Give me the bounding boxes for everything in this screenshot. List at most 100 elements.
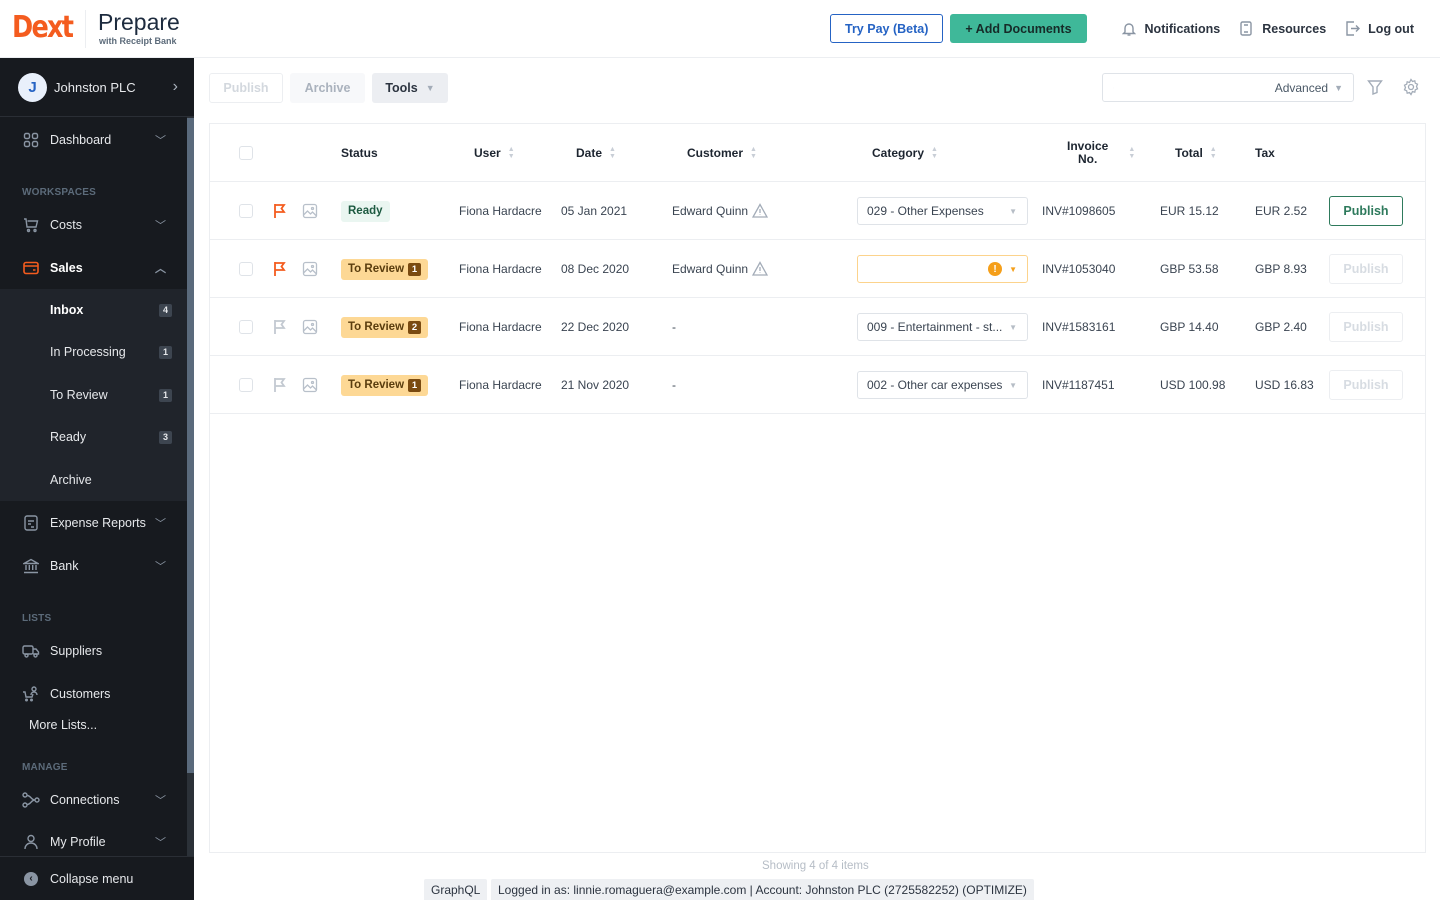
gear-icon[interactable] — [1402, 78, 1420, 96]
subitem-label: Archive — [50, 473, 92, 487]
sidebar-item-label: Connections — [50, 793, 120, 807]
sidebar-subitem-archive[interactable]: Archive — [0, 459, 187, 501]
status-count: 2 — [408, 320, 422, 334]
flag-filled-icon[interactable] — [272, 203, 288, 219]
column-header-category[interactable]: Category ▲ ▼ — [872, 124, 938, 182]
add-documents-button[interactable]: + Add Documents — [950, 14, 1087, 43]
publish-button[interactable]: Publish — [1329, 196, 1403, 226]
flag-icon[interactable] — [272, 319, 288, 335]
category-select[interactable]: ! ▼ — [857, 255, 1028, 283]
sidebar-item-expense-reports[interactable]: Expense Reports ﹀ — [0, 502, 187, 544]
logout-link[interactable]: Log out — [1344, 21, 1414, 37]
truck-icon — [22, 642, 40, 660]
sidebar-item-costs[interactable]: Costs ﹀ — [0, 204, 187, 246]
table-row[interactable]: To Review 1 Fiona Hardacre 08 Dec 2020 E… — [210, 240, 1425, 298]
collapse-menu-button[interactable]: ‹ Collapse menu — [0, 856, 194, 900]
row-checkbox[interactable] — [239, 262, 253, 276]
status-count: 1 — [408, 262, 422, 276]
notifications-link[interactable]: Notifications — [1121, 21, 1221, 37]
tools-label: Tools — [385, 81, 418, 95]
notifications-label: Notifications — [1144, 21, 1221, 36]
status-badge: Ready — [341, 200, 390, 222]
sort-icon: ▲ ▼ — [750, 146, 757, 160]
table-row[interactable]: Ready Fiona Hardacre 05 Jan 2021 Edward … — [210, 182, 1425, 240]
column-header-customer[interactable]: Customer ▲ ▼ — [687, 124, 757, 182]
advanced-search-toggle[interactable]: Advanced — [1275, 81, 1328, 95]
total-cell: EUR 15.12 — [1160, 204, 1219, 218]
sidebar-item-label: Expense Reports — [50, 516, 146, 530]
publish-button[interactable]: Publish — [1329, 370, 1403, 400]
resources-link[interactable]: Resources — [1238, 21, 1326, 37]
image-icon[interactable] — [302, 377, 318, 393]
customer-name: Edward Quinn — [672, 262, 749, 276]
bank-icon — [22, 557, 40, 575]
dext-logo[interactable]: Dext — [12, 10, 74, 45]
image-icon[interactable] — [302, 203, 318, 219]
sidebar-item-suppliers[interactable]: Suppliers — [0, 630, 187, 672]
pagination-summary: Showing 4 of 4 items — [762, 860, 869, 872]
column-header-invoice-no[interactable]: Invoice No. ▲ ▼ — [1067, 124, 1135, 182]
subitem-label: Ready — [50, 430, 87, 444]
sidebar-subitem-to-review[interactable]: To Review 1 — [0, 374, 187, 416]
column-header-total[interactable]: Total ▲ ▼ — [1175, 124, 1217, 182]
image-icon[interactable] — [302, 319, 318, 335]
row-checkbox[interactable] — [239, 320, 253, 334]
sidebar-item-connections[interactable]: Connections ﹀ — [0, 779, 187, 821]
category-select[interactable]: 009 - Entertainment - st... ▼ — [857, 313, 1028, 341]
invoice-cell: INV#1187451 — [1042, 378, 1115, 392]
bulk-archive-button[interactable]: Archive — [290, 73, 365, 103]
filter-icon[interactable] — [1367, 79, 1383, 95]
column-header-date[interactable]: Date ▲ ▼ — [576, 124, 616, 182]
subitem-label: To Review — [50, 388, 108, 402]
documents-table: Status User ▲ ▼ Date ▲ ▼ Customer ▲ ▼ Category… — [209, 123, 1426, 853]
chevron-down-icon: ﹀ — [155, 837, 166, 849]
sort-icon: ▲ ▼ — [507, 146, 515, 160]
table-row[interactable]: To Review 1 Fiona Hardacre 21 Nov 2020 -… — [210, 356, 1425, 414]
flag-icon[interactable] — [272, 377, 288, 393]
table-row[interactable]: To Review 2 Fiona Hardacre 22 Dec 2020 -… — [210, 298, 1425, 356]
count-badge: 1 — [159, 388, 172, 402]
customer-cart-icon — [22, 685, 40, 703]
publish-button[interactable]: Publish — [1329, 254, 1403, 284]
tax-cell: GBP 8.93 — [1255, 262, 1307, 276]
sidebar-scrollbar[interactable] — [187, 118, 194, 773]
sidebar-item-sales[interactable]: Sales ︿ — [0, 247, 187, 289]
status-cell: To Review 1 — [341, 356, 429, 414]
report-icon — [22, 514, 40, 532]
category-select[interactable]: 002 - Other car expenses ▼ — [857, 371, 1028, 399]
subitem-label: In Processing — [50, 345, 126, 359]
account-switcher[interactable]: J Johnston PLC › — [0, 58, 194, 117]
total-cell: GBP 14.40 — [1160, 320, 1219, 334]
sidebar-subitem-inbox[interactable]: Inbox 4 — [0, 289, 187, 331]
column-header-tax: Tax — [1255, 146, 1275, 160]
status-label: Ready — [348, 205, 383, 217]
sort-icon: ▲ ▼ — [609, 146, 616, 160]
sales-subnav: Inbox 4 In Processing 1 To Review 1 Read… — [0, 289, 187, 501]
invoice-cell: INV#1583161 — [1042, 320, 1116, 334]
sidebar-item-customers[interactable]: Customers — [0, 673, 187, 715]
select-cell — [239, 182, 253, 240]
sidebar-item-bank[interactable]: Bank ﹀ — [0, 545, 187, 587]
sidebar-subitem-in-processing[interactable]: In Processing 1 — [0, 331, 187, 373]
graphql-link[interactable]: GraphQL — [424, 879, 488, 900]
sidebar-item-dashboard[interactable]: Dashboard ﹀ — [0, 119, 187, 161]
tools-dropdown[interactable]: Tools ▼ — [372, 73, 448, 103]
date-cell: 21 Nov 2020 — [561, 378, 630, 392]
category-select[interactable]: 029 - Other Expenses ▼ — [857, 197, 1028, 225]
row-checkbox[interactable] — [239, 378, 253, 392]
publish-button[interactable]: Publish — [1329, 312, 1403, 342]
column-header-user[interactable]: User ▲ ▼ — [474, 124, 515, 182]
flag-cell — [272, 240, 288, 298]
select-cell — [239, 298, 253, 356]
image-icon[interactable] — [302, 261, 318, 277]
flag-filled-icon[interactable] — [272, 261, 288, 277]
select-all-checkbox[interactable] — [239, 146, 253, 160]
invoice-cell: INV#1053040 — [1042, 262, 1116, 276]
try-pay-button[interactable]: Try Pay (Beta) — [830, 14, 944, 43]
bulk-publish-button[interactable]: Publish — [209, 73, 283, 103]
sidebar-subitem-ready[interactable]: Ready 3 — [0, 416, 187, 458]
sort-icon: ▲ ▼ — [931, 146, 938, 160]
search-input[interactable] — [1113, 74, 1275, 101]
more-lists-link[interactable]: More Lists... — [29, 718, 97, 732]
row-checkbox[interactable] — [239, 204, 253, 218]
